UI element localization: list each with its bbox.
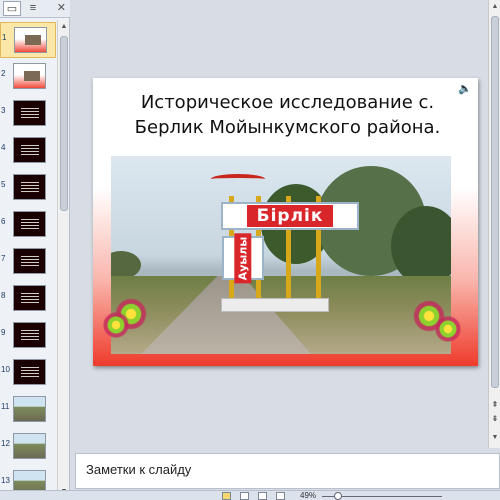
slide-thumbnail[interactable]: 2 xyxy=(0,59,56,95)
slide-number: 1 xyxy=(2,33,7,42)
speaker-icon[interactable]: 🔈 xyxy=(458,82,472,95)
zoom-level[interactable]: 49% xyxy=(300,491,316,500)
normal-view-icon[interactable] xyxy=(222,492,231,500)
slide-title-line-1: Историческое исследование с. xyxy=(140,92,435,113)
slide-thumbnail-image xyxy=(13,211,46,237)
village-name-sign: Бірлік xyxy=(221,202,359,230)
firework-decoration xyxy=(433,314,463,344)
slide-sorter-icon[interactable] xyxy=(240,492,249,500)
tree xyxy=(111,251,141,279)
slide-number: 10 xyxy=(1,365,10,374)
slide-thumbnail-image xyxy=(13,359,46,385)
slide-thumbnail[interactable]: 12 xyxy=(0,429,56,465)
previous-slide-icon[interactable]: ⇞ xyxy=(490,400,500,412)
scroll-thumb[interactable] xyxy=(491,16,499,388)
slide-thumbnail[interactable]: 1 xyxy=(0,22,56,58)
slide-thumbnail[interactable]: 11 xyxy=(0,392,56,428)
slide-thumbnail-image xyxy=(13,433,46,459)
village-sign-photo[interactable]: Бірлік Ауылы xyxy=(111,156,451,354)
tree xyxy=(391,206,451,286)
editor-scrollbar[interactable]: ▲ ⇞ ⇟ ▼ xyxy=(488,0,500,448)
status-bar: 49% xyxy=(0,490,500,500)
slide-number: 5 xyxy=(1,180,6,189)
slide-thumbnail[interactable]: 7 xyxy=(0,244,56,280)
slide-thumbnail-image xyxy=(13,322,46,348)
slide-thumbnail[interactable]: 6 xyxy=(0,207,56,243)
notes-pane[interactable]: Заметки к слайду xyxy=(75,453,500,489)
slide-thumbnail-image xyxy=(13,396,46,422)
slide-thumbnail-image xyxy=(13,174,46,200)
scroll-down-icon[interactable]: ▼ xyxy=(489,432,500,444)
slide-thumbnail-image xyxy=(14,27,47,53)
slide-number: 2 xyxy=(1,69,6,78)
village-name-text: Бірлік xyxy=(246,205,334,227)
scroll-up-icon[interactable]: ▲ xyxy=(58,21,70,33)
slide-thumbnail-image xyxy=(13,100,46,126)
slide-number: 7 xyxy=(1,254,6,263)
slide-number: 6 xyxy=(1,217,6,226)
slide-thumbnail-image xyxy=(13,285,46,311)
slide-thumbnail-image xyxy=(13,137,46,163)
slide-thumbnail[interactable]: 10 xyxy=(0,355,56,391)
village-vertical-sign: Ауылы xyxy=(222,233,264,283)
slide-thumbnail[interactable]: 9 xyxy=(0,318,56,354)
slideshow-icon[interactable] xyxy=(276,492,285,500)
slide-title-line-2: Берлик Мойынкумского района. xyxy=(134,117,441,138)
sign-plinth xyxy=(221,298,329,312)
next-slide-icon[interactable]: ⇟ xyxy=(490,414,500,426)
slide-thumbnail[interactable]: 3 xyxy=(0,96,56,132)
current-slide[interactable]: 🔈 Историческое исследование с. Берлик Мо… xyxy=(93,78,478,366)
slides-tab-icon[interactable]: ▭ xyxy=(3,1,21,16)
close-pane-icon[interactable]: ✕ xyxy=(57,1,66,14)
slide-number: 8 xyxy=(1,291,6,300)
slide-number: 4 xyxy=(1,143,6,152)
slide-number: 3 xyxy=(1,106,6,115)
slide-thumbnail-image xyxy=(13,63,46,89)
scroll-up-icon[interactable]: ▲ xyxy=(489,1,500,13)
thumbnail-scrollbar[interactable]: ▲ ▼ xyxy=(57,20,69,500)
zoom-slider-handle[interactable] xyxy=(334,492,342,500)
firework-decoration xyxy=(101,310,131,340)
slide-title[interactable]: Историческое исследование с. Берлик Мойы… xyxy=(115,90,460,140)
slide-thumbnail[interactable]: 5 xyxy=(0,170,56,206)
sign-ornament xyxy=(211,174,265,184)
notes-placeholder[interactable]: Заметки к слайду xyxy=(86,462,191,477)
village-vertical-text: Ауылы xyxy=(234,233,252,283)
slide-thumbnail-list: 1 2 3 4 5 6 7 8 9 10 11 12 13 xyxy=(0,20,56,500)
slide-number: 11 xyxy=(1,402,10,411)
slide-number: 13 xyxy=(1,476,10,485)
pane-tabs: ▭ ≡ ✕ xyxy=(0,0,70,18)
slide-thumbnail[interactable]: 4 xyxy=(0,133,56,169)
outline-tab-icon[interactable]: ≡ xyxy=(24,1,42,16)
reading-view-icon[interactable] xyxy=(258,492,267,500)
slide-number: 9 xyxy=(1,328,6,337)
slide-number: 12 xyxy=(1,439,10,448)
slide-thumbnail[interactable]: 8 xyxy=(0,281,56,317)
scroll-thumb[interactable] xyxy=(60,36,68,211)
slide-thumbnail-image xyxy=(13,248,46,274)
slides-pane: ▭ ≡ ✕ 12345678910111213 ▲ ▼ xyxy=(0,0,70,500)
